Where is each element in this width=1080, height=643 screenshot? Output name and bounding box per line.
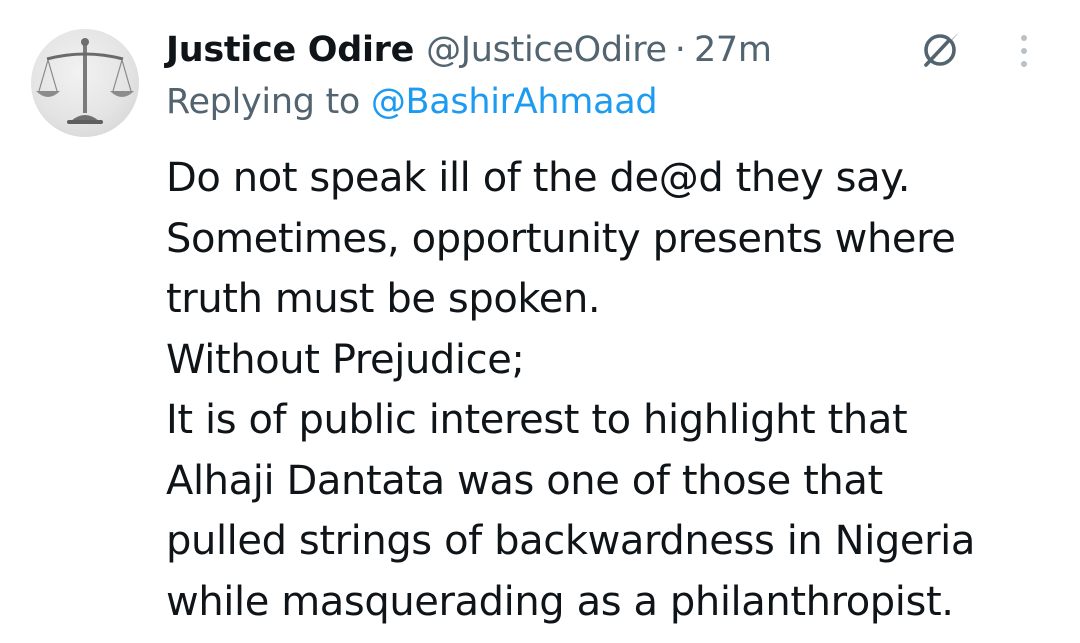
- display-name[interactable]: Justice Odire: [166, 30, 414, 70]
- tweet-text: Do not speak ill of the de@d they say. S…: [166, 148, 1056, 632]
- tweet-text-line: Sometimes, opportunity presents where: [166, 215, 956, 262]
- tweet-text-line: while masquerading as a philanthropist.: [166, 578, 954, 625]
- separator-dot: ·: [674, 30, 686, 70]
- tweet-text-line: Without Prejudice;: [166, 336, 525, 383]
- timestamp[interactable]: 27m: [694, 30, 772, 70]
- replying-to-handle-link[interactable]: @BashirAhmaad: [371, 82, 658, 122]
- tweet[interactable]: Justice Odire @JusticeOdire · 27m Replyi…: [0, 0, 1080, 643]
- avatar[interactable]: [31, 29, 139, 137]
- tweet-text-line: It is of public interest to highlight th…: [166, 397, 908, 443]
- tweet-text-line: Alhaji Dantata was one of those that: [166, 457, 883, 504]
- scales-of-justice-icon: [36, 38, 134, 124]
- tweet-text-line: pulled strings of backwardness in Nigeri…: [166, 518, 975, 564]
- user-handle[interactable]: @JusticeOdire: [426, 30, 667, 70]
- replying-to: Replying to @BashirAhmaad: [166, 82, 658, 122]
- tweet-text-line: truth must be spoken.: [166, 276, 601, 322]
- more-vertical-icon[interactable]: [1012, 32, 1036, 72]
- replying-to-label: Replying to: [166, 82, 371, 122]
- tweet-header: Justice Odire @JusticeOdire · 27m: [166, 22, 772, 78]
- grok-icon[interactable]: [918, 27, 964, 73]
- tweet-text-line: Do not speak ill of the de@d they say.: [166, 155, 911, 201]
